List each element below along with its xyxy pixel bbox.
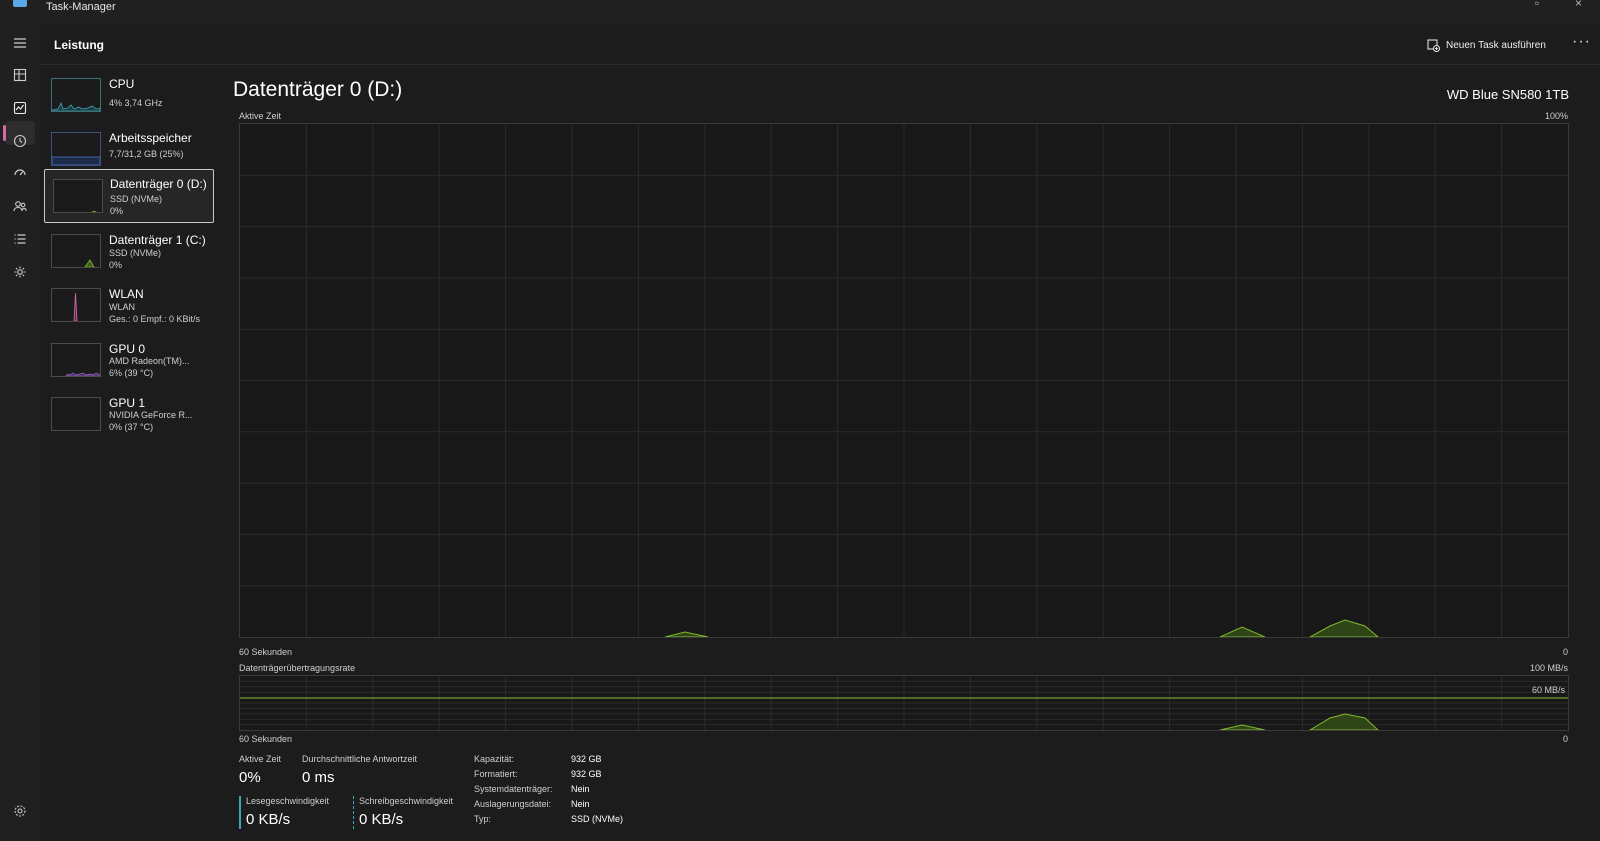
disk-model: WD Blue SN580 1TB — [1446, 87, 1569, 102]
resource-usage: 0% (37 °C) — [109, 422, 154, 432]
gpu-1-thumbnail — [51, 397, 101, 431]
resource-item-wlan[interactable]: WLAN WLAN Ges.: 0 Empf.: 0 KBit/s — [44, 280, 214, 334]
prop-key: Formatiert: — [474, 769, 518, 779]
resource-item-gpu-0[interactable]: GPU 0 AMD Radeon(TM)... 6% (39 °C) — [44, 335, 214, 389]
prop-value: 932 GB — [571, 769, 602, 779]
startup-icon[interactable] — [10, 163, 30, 183]
services-icon[interactable] — [10, 262, 30, 282]
resource-usage: Ges.: 0 Empf.: 0 KBit/s — [109, 314, 201, 324]
stat-active-time-value: 0% — [239, 769, 261, 786]
active-time-graph — [239, 123, 1569, 638]
new-task-button[interactable]: Neuen Task ausführen — [1427, 36, 1546, 54]
disk-0-thumbnail — [53, 179, 103, 213]
disk-details-panel: Datenträger 0 (D:) WD Blue SN580 1TB Akt… — [218, 66, 1600, 841]
restore-icon[interactable]: ▫ — [1535, 0, 1539, 10]
new-task-label: Neuen Task ausführen — [1446, 39, 1546, 51]
new-task-icon — [1427, 38, 1440, 52]
gpu-0-thumbnail — [51, 343, 101, 377]
prop-value: 932 GB — [571, 754, 602, 764]
stat-write-label: Schreibgeschwindigkeit — [359, 796, 454, 806]
stat-response-label: Durchschnittliche Antwortzeit — [302, 754, 418, 764]
page-header: Leistung Neuen Task ausführen ··· — [40, 24, 1600, 65]
graph-active-time-max: 100% — [1544, 111, 1568, 121]
details-icon[interactable] — [10, 229, 30, 249]
cpu-thumbnail — [51, 78, 101, 112]
processes-icon[interactable] — [10, 65, 30, 85]
resource-name: GPU 0 — [109, 342, 146, 356]
activity-peak — [1309, 619, 1379, 637]
resource-detail: SSD (NVMe) — [109, 248, 162, 258]
resource-item-cpu[interactable]: CPU 4% 3,74 GHz — [44, 70, 214, 124]
resource-detail: AMD Radeon(TM)... — [109, 356, 190, 366]
transfer-rate-graph: 60 MB/s — [239, 675, 1569, 731]
stat-active-time-label: Aktive Zeit — [239, 754, 282, 764]
users-icon[interactable] — [10, 196, 30, 216]
graph-active-time-duration: 60 Sekunden — [239, 647, 293, 657]
resource-name: Datenträger 0 (D:) — [110, 177, 207, 191]
graph-transfer-max: 100 MB/s — [1529, 663, 1568, 673]
more-options-button[interactable]: ··· — [1572, 33, 1591, 51]
resource-list: CPU 4% 3,74 GHz Arbeitsspeicher 7,7/31,2… — [40, 66, 218, 841]
prop-key: Typ: — [474, 814, 492, 824]
history-icon[interactable] — [10, 131, 30, 151]
resource-name: WLAN — [109, 287, 144, 301]
page-title: Leistung — [54, 38, 104, 52]
prop-value: SSD (NVMe) — [571, 814, 624, 824]
nav-rail — [0, 24, 40, 841]
resource-usage: 6% (39 °C) — [109, 368, 154, 378]
resource-name: Arbeitsspeicher — [109, 131, 192, 145]
graph-transfer-duration: 60 Sekunden — [239, 734, 293, 744]
read-speed-divider — [239, 796, 241, 829]
activity-peak — [1219, 626, 1266, 637]
transfer-rate-line-label: 60 MB/s — [1531, 685, 1565, 695]
resource-item-gpu-1[interactable]: GPU 1 NVIDIA GeForce R... 0% (37 °C) — [44, 389, 214, 443]
app-icon — [13, 0, 27, 7]
graph-active-time-label: Aktive Zeit — [239, 111, 282, 121]
stat-read-label: Lesegeschwindigkeit — [246, 796, 330, 806]
disk-1-thumbnail — [51, 234, 101, 268]
resource-detail: WLAN — [109, 302, 136, 312]
write-speed-divider — [353, 796, 354, 829]
resource-name: Datenträger 1 (C:) — [109, 233, 206, 247]
resource-item-disk-1[interactable]: Datenträger 1 (C:) SSD (NVMe) 0% — [44, 226, 214, 280]
resource-usage: 0% — [109, 260, 123, 270]
activity-peak — [664, 631, 709, 637]
resource-item-disk-0[interactable]: Datenträger 0 (D:) SSD (NVMe) 0% — [44, 169, 214, 223]
stat-response-value: 0 ms — [302, 769, 335, 786]
stat-read-value: 0 KB/s — [246, 811, 291, 828]
hamburger-icon[interactable] — [10, 33, 30, 53]
stat-write-value: 0 KB/s — [359, 811, 404, 828]
prop-key: Auslagerungsdatei: — [474, 799, 552, 809]
transfer-peak — [1309, 713, 1379, 730]
performance-icon[interactable] — [10, 98, 30, 118]
resource-detail: 7,7/31,2 GB (25%) — [109, 149, 184, 159]
graph-active-time-min: 0 — [1562, 647, 1568, 657]
prop-key: Systemdatenträger: — [474, 784, 553, 794]
resource-name: GPU 1 — [109, 396, 146, 410]
graph-transfer-label: Datenträgerübertragungsrate — [239, 663, 356, 673]
resource-name: CPU — [109, 77, 135, 91]
close-icon[interactable]: × — [1575, 0, 1582, 10]
prop-value: Nein — [571, 784, 590, 794]
prop-value: Nein — [571, 799, 590, 809]
memory-thumbnail — [51, 132, 101, 166]
resource-detail: NVIDIA GeForce R... — [109, 410, 193, 420]
nav-active-indicator — [3, 125, 6, 141]
settings-icon[interactable] — [10, 801, 30, 821]
title-bar: Task-Manager ▫ × — [0, 0, 1600, 24]
window-title: Task-Manager — [46, 1, 116, 13]
resource-usage: 0% — [110, 206, 124, 216]
resource-detail: SSD (NVMe) — [110, 194, 163, 204]
prop-key: Kapazität: — [474, 754, 515, 764]
wlan-thumbnail — [51, 288, 101, 322]
resource-detail: 4% 3,74 GHz — [109, 98, 163, 108]
graph-transfer-min: 0 — [1562, 734, 1568, 744]
disk-title: Datenträger 0 (D:) — [233, 78, 403, 101]
transfer-peak — [1219, 724, 1266, 730]
